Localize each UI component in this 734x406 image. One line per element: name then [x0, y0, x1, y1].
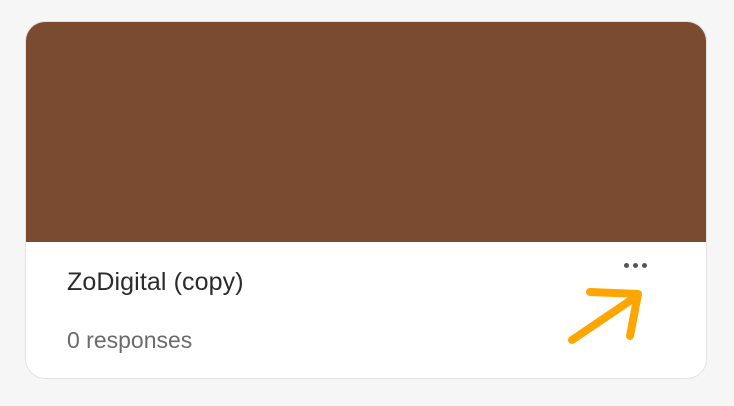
more-dot-icon [623, 262, 629, 268]
more-options-button[interactable] [614, 252, 656, 278]
form-cover [26, 22, 706, 242]
arrow-icon [568, 288, 642, 344]
more-dot-icon [632, 262, 638, 268]
form-title: ZoDigital (copy) [67, 268, 244, 296]
more-dot-icon [641, 262, 647, 268]
responses-count: 0 responses [67, 327, 193, 353]
